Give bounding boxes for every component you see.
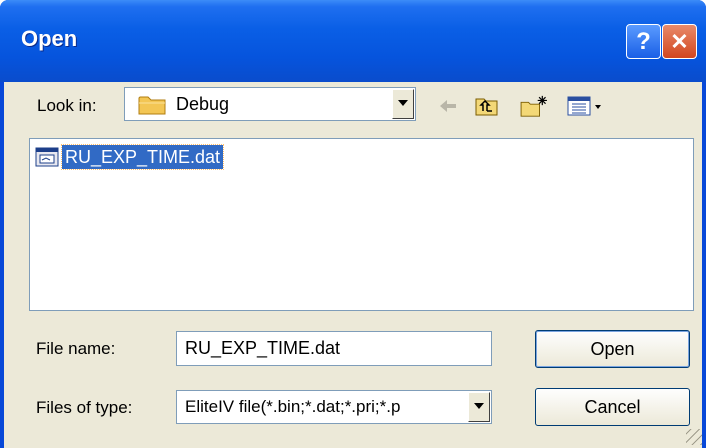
file-name-label-caption: File name: xyxy=(36,339,116,358)
close-button[interactable]: ✕ xyxy=(662,24,697,59)
look-in-label: Look in: xyxy=(37,96,97,115)
new-folder-icon[interactable] xyxy=(518,94,550,118)
file-list[interactable]: RU_EXP_TIME.dat xyxy=(29,138,694,311)
file-name-label: RU_EXP_TIME.dat xyxy=(60,144,225,170)
dialog-title: Open xyxy=(21,26,78,51)
up-one-level-icon[interactable] xyxy=(474,94,500,118)
back-arrow-icon[interactable] xyxy=(437,94,459,118)
look-in-combobox[interactable]: Debug xyxy=(124,87,416,121)
file-name-input[interactable]: RU_EXP_TIME.dat xyxy=(176,331,492,366)
files-of-type-combobox[interactable]: EliteIV file(*.bin;*.dat;*.pri;*.p xyxy=(176,390,492,424)
cancel-button[interactable]: Cancel xyxy=(535,388,690,426)
look-in-dropdown-button[interactable] xyxy=(392,89,414,119)
files-of-type-label: Files of type: xyxy=(36,398,133,417)
folder-icon xyxy=(138,96,166,115)
title-bar[interactable]: Open ? ✕ xyxy=(0,0,706,82)
look-in-value: Debug xyxy=(176,94,230,114)
view-menu-icon[interactable] xyxy=(566,94,604,118)
files-of-type-value: EliteIV file(*.bin;*.dat;*.pri;*.p xyxy=(185,397,401,416)
help-button[interactable]: ? xyxy=(626,24,661,59)
dat-file-icon xyxy=(35,147,59,167)
list-item[interactable]: RU_EXP_TIME.dat xyxy=(34,144,225,170)
files-of-type-dropdown-button[interactable] xyxy=(468,392,490,422)
open-button[interactable]: Open xyxy=(535,330,690,368)
resize-grip[interactable] xyxy=(686,429,702,445)
